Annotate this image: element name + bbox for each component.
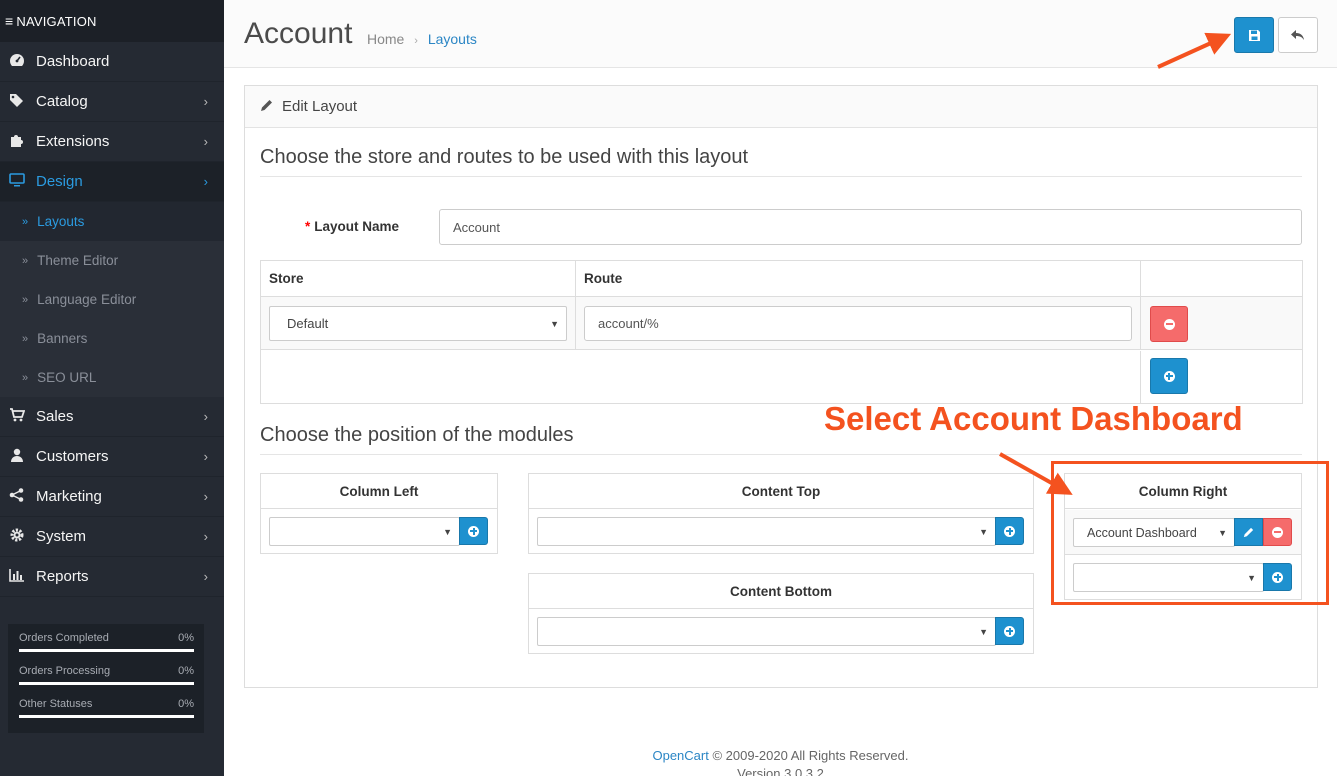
opencart-link[interactable]: OpenCart xyxy=(652,748,708,763)
arrow-to-save-icon xyxy=(1157,32,1232,69)
arrow-to-column-right-icon xyxy=(999,452,1073,495)
annotation-arrows xyxy=(999,32,1232,495)
footer-copyright: OpenCart © 2009-2020 All Rights Reserved… xyxy=(224,748,1337,763)
footer-version: Version 3.0.3.2 xyxy=(737,766,824,776)
copyright-text: © 2009-2020 All Rights Reserved. xyxy=(708,748,909,763)
